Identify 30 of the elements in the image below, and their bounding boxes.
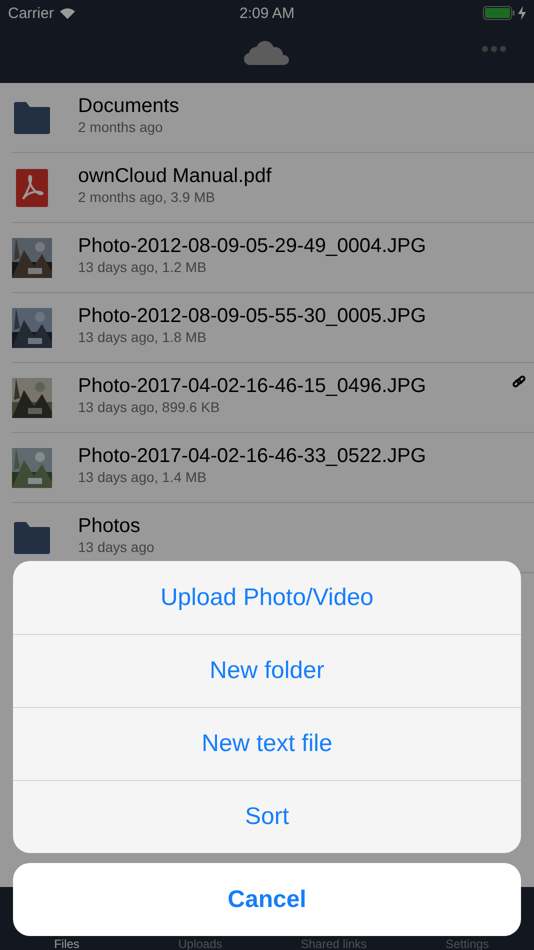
cloud-logo-icon [244, 40, 290, 66]
file-name: Photo-2012-08-09-05-29-49_0004.JPG [78, 234, 426, 258]
action-button[interactable]: Sort [13, 780, 521, 853]
wifi-icon [60, 8, 75, 18]
file-details: 13 days ago, 1.4 MB [78, 468, 208, 484]
file-details: 13 days ago, 899.6 KB [78, 398, 221, 414]
carrier-label: Carrier [8, 4, 54, 22]
folder-icon [13, 102, 51, 134]
action-button[interactable]: Upload Photo/Video [13, 561, 521, 634]
file-name: Photo-2012-08-09-05-55-30_0005.JPG [78, 304, 426, 328]
pdf-icon [16, 168, 48, 206]
battery-icon [483, 6, 515, 20]
clock-time: 2:09 AM [239, 4, 295, 22]
action-button[interactable]: New folder [13, 634, 521, 707]
link-icon[interactable] [512, 375, 526, 389]
file-name: ownCloud Manual.pdf [78, 164, 272, 188]
tab[interactable]: Shared links [267, 938, 400, 950]
file-name: Photo-2017-04-02-16-46-33_0522.JPG [78, 444, 426, 468]
file-name: Documents [78, 94, 180, 118]
file-details: 2 months ago [78, 118, 164, 134]
file-name: Photos [78, 514, 142, 538]
file-details: 13 days ago, 1.2 MB [78, 258, 208, 274]
cancel-button[interactable]: Cancel [13, 863, 521, 936]
file-details: 13 days ago, 1.8 MB [78, 328, 208, 344]
folder-icon [13, 522, 51, 554]
file-details: 2 months ago, 3.9 MB [78, 188, 216, 204]
file-name: Photo-2017-04-02-16-46-15_0496.JPG [78, 374, 426, 398]
file-details: 13 days ago [78, 538, 154, 554]
action-button[interactable]: New text file [13, 707, 521, 780]
tab[interactable]: Files [0, 938, 134, 950]
